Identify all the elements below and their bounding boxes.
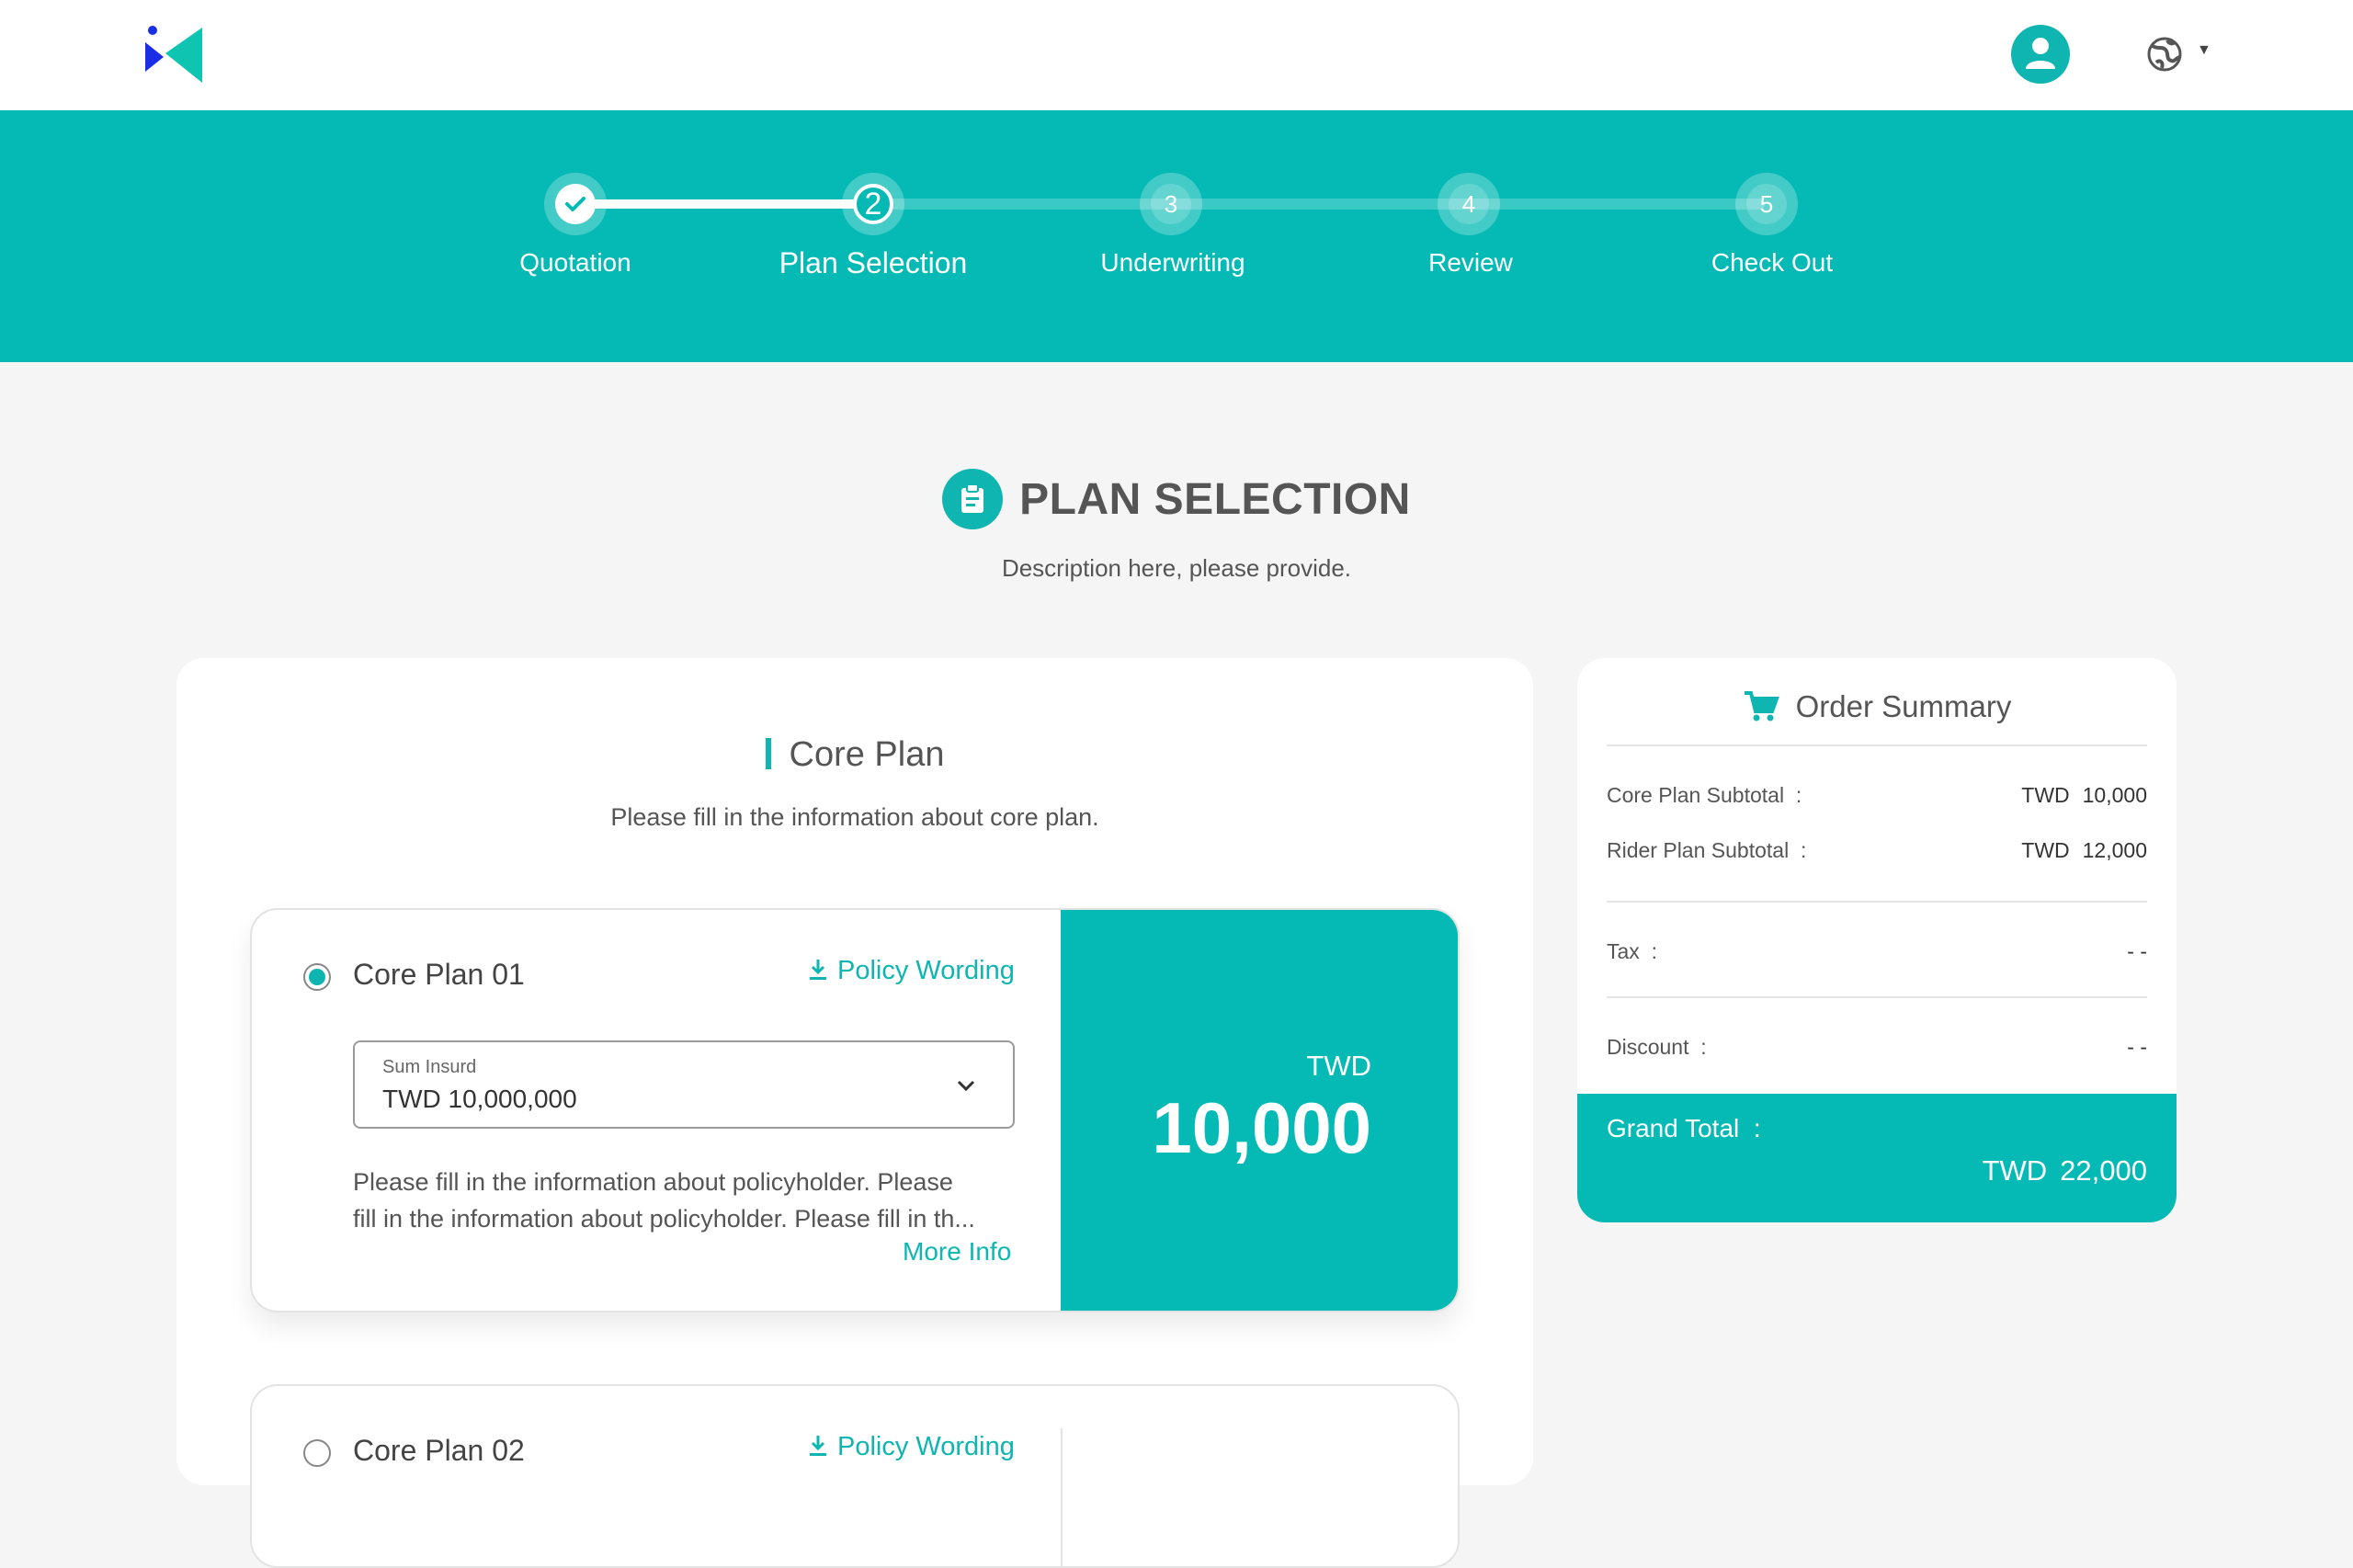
clipboard-icon (942, 469, 1004, 529)
progress-stepper: 2 3 4 5 Quotation Plan Selection Underwr… (0, 110, 2353, 362)
step-label-underwriting[interactable]: Underwriting (1053, 248, 1292, 278)
title-accent-bar (765, 738, 771, 769)
grand-total-bar: Grand Total : TWD 22,000 (1577, 1094, 2177, 1222)
download-icon (810, 1436, 826, 1456)
step-2-indicator[interactable]: 2 (842, 173, 904, 235)
core-plan-section: Core Plan Please fill in the information… (176, 658, 1533, 1568)
plan-name: Core Plan 02 (353, 1434, 525, 1467)
step-5-indicator[interactable]: 5 (1735, 173, 1798, 235)
step-label-check-out[interactable]: Check Out (1653, 248, 1892, 278)
order-summary-panel: Order Summary Core Plan Subtotal : TWD 10… (1577, 658, 2177, 1222)
grand-total-label: Grand Total : (1607, 1114, 1761, 1142)
summary-divider (1607, 996, 2147, 998)
sum-insured-value: TWD 10,000,000 (382, 1085, 577, 1113)
summary-divider (1607, 744, 2147, 746)
language-selector[interactable]: ▼ (2145, 35, 2211, 74)
plan-description: Please fill in the information about pol… (353, 1168, 975, 1233)
section-title: Core Plan (176, 735, 1533, 775)
step-label-plan-selection[interactable]: Plan Selection (754, 246, 993, 280)
more-info-link[interactable]: More Info (903, 1237, 1011, 1267)
plan-card-core-plan-01[interactable]: Core Plan 01 Policy Wording Sum Insurd T… (250, 908, 1460, 1312)
plan-radio-selected[interactable] (303, 963, 331, 991)
step-label-quotation[interactable]: Quotation (456, 248, 695, 278)
tax-label: Tax : (1607, 939, 1657, 963)
discount-label: Discount : (1607, 1035, 1707, 1059)
chevron-down-icon (957, 1080, 975, 1092)
grand-total-value: TWD 22,000 (1982, 1154, 2147, 1187)
sum-insured-label: Sum Insurd (382, 1057, 477, 1077)
tax-value: - - (2127, 939, 2147, 963)
app-logo[interactable] (145, 26, 204, 85)
step-connector-complete (575, 199, 873, 209)
plan-card-core-plan-02[interactable]: Core Plan 02 Policy Wording (250, 1384, 1460, 1568)
core-plan-subtotal-label: Core Plan Subtotal : (1607, 783, 1802, 807)
globe-icon (2147, 37, 2182, 72)
price-currency: TWD (1306, 1050, 1371, 1082)
step-connector-pending (873, 199, 1765, 210)
step-4-indicator[interactable]: 4 (1438, 173, 1500, 235)
rider-plan-subtotal-value: TWD 12,000 (2021, 838, 2147, 862)
page-heading: PLAN SELECTION Description here, please … (0, 469, 2353, 583)
plan-radio-unselected[interactable] (303, 1439, 331, 1467)
cart-icon (1744, 691, 1779, 722)
step-label-review[interactable]: Review (1351, 248, 1590, 278)
chevron-down-icon: ▼ (2197, 42, 2211, 58)
summary-divider (1607, 901, 2147, 903)
step-1-indicator[interactable] (544, 173, 607, 235)
core-plan-subtotal-value: TWD 10,000 (2021, 783, 2147, 807)
page-title: PLAN SELECTION (1019, 474, 1411, 524)
discount-value: - - (2127, 1035, 2147, 1059)
price-value: 10,000 (1152, 1087, 1371, 1168)
rider-plan-subtotal-label: Rider Plan Subtotal : (1607, 838, 1807, 862)
section-description: Please fill in the information about cor… (610, 803, 1099, 831)
order-summary-title: Order Summary (1577, 689, 2177, 724)
step-3-indicator[interactable]: 3 (1140, 173, 1202, 235)
top-bar: ▼ (0, 0, 2353, 110)
page-description: Description here, please provide. (1001, 554, 1352, 582)
plan-price-panel: TWD 10,000 (1061, 910, 1458, 1311)
plan-name: Core Plan 01 (353, 958, 525, 991)
download-icon (810, 960, 826, 980)
user-icon (2026, 38, 2055, 69)
user-avatar-button[interactable] (2011, 25, 2070, 84)
check-icon (565, 197, 585, 211)
sum-insured-select[interactable]: Sum Insurd TWD 10,000,000 (353, 1040, 1015, 1129)
policy-wording-link[interactable]: Policy Wording (808, 956, 1015, 986)
policy-wording-link[interactable]: Policy Wording (808, 1432, 1015, 1462)
card-divider (1061, 1428, 1063, 1566)
